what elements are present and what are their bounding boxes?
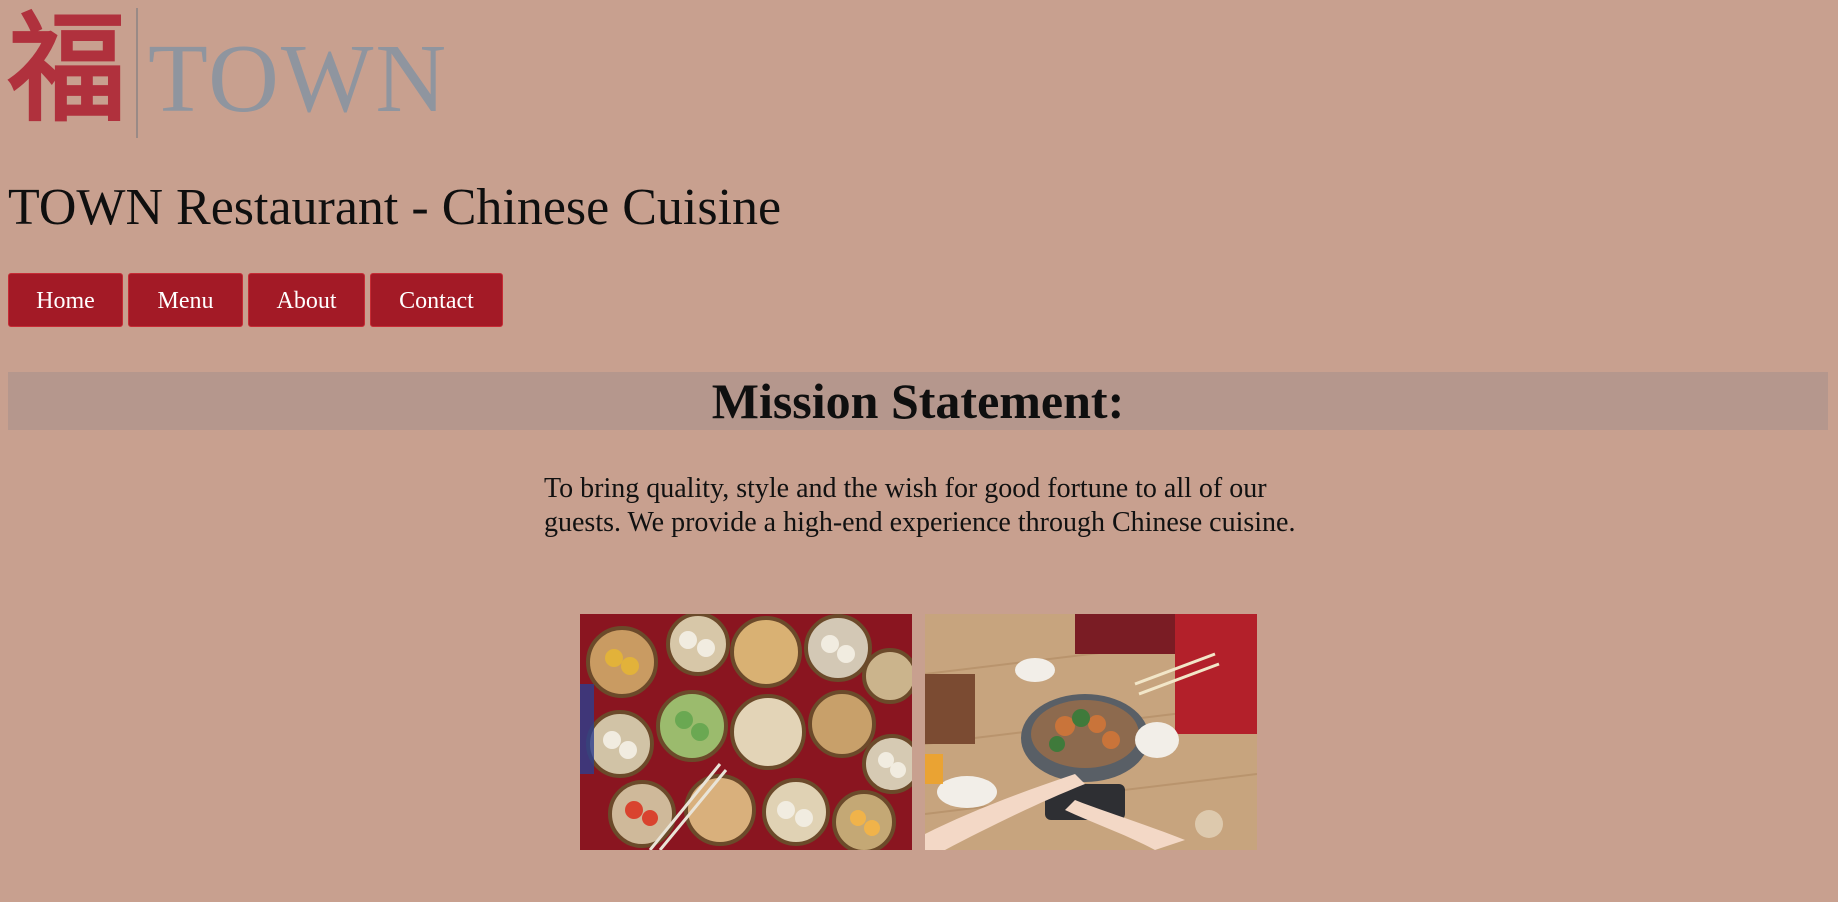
mission-heading-bar: Mission Statement:: [8, 372, 1828, 430]
mission-text: To bring quality, style and the wish for…: [544, 473, 1296, 538]
main-nav: Home Menu About Contact: [8, 273, 503, 327]
dim-sum-photo: [580, 614, 912, 850]
logo-divider: [136, 8, 138, 138]
dinner-table-illustration: [925, 614, 1257, 850]
logo-wordmark: TOWN: [148, 25, 449, 133]
shared-dinner-photo: [925, 614, 1257, 850]
nav-menu-button[interactable]: Menu: [128, 273, 243, 327]
page-title: TOWN Restaurant - Chinese Cuisine: [8, 179, 782, 236]
fortune-character-logo: 福: [8, 0, 127, 138]
logo[interactable]: 福 TOWN: [8, 8, 448, 138]
nav-about-button[interactable]: About: [248, 273, 365, 327]
nav-home-button[interactable]: Home: [8, 273, 123, 327]
dim-sum-illustration: [580, 614, 912, 850]
mission-heading: Mission Statement:: [711, 373, 1125, 429]
nav-contact-button[interactable]: Contact: [370, 273, 503, 327]
